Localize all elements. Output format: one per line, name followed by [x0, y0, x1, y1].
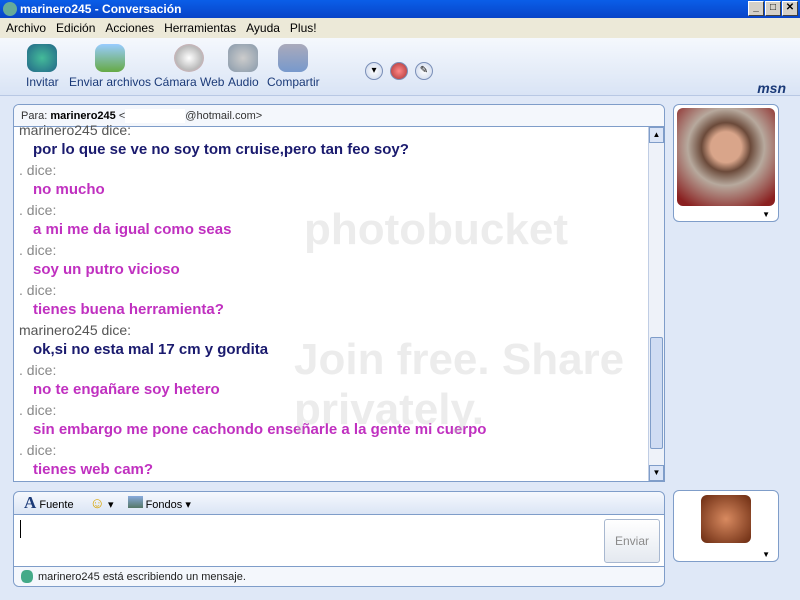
message-text: sin embargo me pone cachondo enseñarle a… [33, 421, 487, 438]
scroll-thumb[interactable] [650, 337, 663, 449]
menu-archivo[interactable]: Archivo [6, 18, 46, 38]
menu-plus[interactable]: Plus! [290, 18, 317, 38]
audio-button[interactable]: Audio [228, 44, 259, 89]
msn-logo: msn [757, 80, 786, 96]
scroll-up-button[interactable]: ▲ [649, 127, 664, 143]
maximize-button[interactable]: □ [765, 1, 781, 16]
my-avatar [701, 495, 751, 543]
message-text: tienes web cam? [33, 461, 154, 478]
title-bar: marinero245 - Conversación _ □ ✕ [0, 0, 800, 18]
message-input[interactable] [18, 518, 598, 562]
menu-edicion[interactable]: Edición [56, 18, 95, 38]
menu-bar: Archivo Edición Acciones Herramientas Ay… [0, 18, 800, 38]
message-sender: . dice: [19, 402, 57, 418]
send-files-button[interactable]: Enviar archivos [69, 44, 151, 89]
more-options-button[interactable]: ▾ [365, 62, 383, 80]
menu-ayuda[interactable]: Ayuda [246, 18, 280, 38]
typing-icon [21, 570, 33, 583]
message-sender: . dice: [19, 282, 57, 298]
my-display-picture-panel: ▼ [673, 490, 779, 562]
status-bar: marinero245 está escribiendo un mensaje. [14, 566, 664, 586]
message-sender: marinero245 dice: [19, 322, 132, 338]
share-button[interactable]: Compartir [267, 44, 320, 89]
message-text: no te engañare soy hetero [33, 381, 220, 398]
message-history: marinero245 dice: por lo que se ve no soy… [14, 120, 648, 481]
message-sender: . dice: [19, 362, 57, 378]
message-text: ok,si no esta mal 17 cm y gordita [33, 341, 269, 358]
message-sender: . dice: [19, 162, 57, 178]
window-title: marinero245 - Conversación [20, 2, 182, 16]
smiley-icon: ☺ [89, 494, 105, 512]
send-button[interactable]: Enviar [604, 519, 660, 563]
menu-acciones[interactable]: Acciones [105, 18, 154, 38]
message-text: por lo que se ve no soy tom cruise,pero … [33, 141, 409, 158]
message-sender: marinero245 dice: [19, 122, 132, 138]
conversation-panel: Para: marinero245 < @hotmail.com> mariner… [13, 104, 665, 482]
menu-herramientas[interactable]: Herramientas [164, 18, 236, 38]
minimize-button[interactable]: _ [748, 1, 764, 16]
webcam-icon [174, 44, 205, 72]
message-text: soy un putro vicioso [33, 261, 180, 278]
font-button[interactable]: A Fuente [24, 493, 74, 513]
compose-panel: A Fuente ☺ ▾ Fondos ▾ Enviar marinero245… [13, 491, 665, 587]
message-text: tienes buena herramienta? [33, 301, 224, 318]
webcam-button[interactable]: Cámara Web [154, 44, 224, 89]
backgrounds-button[interactable]: Fondos ▾ [127, 495, 191, 511]
message-sender: . dice: [19, 442, 57, 458]
font-icon: A [24, 493, 37, 512]
share-icon [278, 44, 309, 72]
close-button[interactable]: ✕ [782, 1, 798, 16]
my-avatar-options-arrow[interactable]: ▼ [762, 550, 770, 559]
send-files-icon [95, 44, 126, 72]
message-sender: . dice: [19, 242, 57, 258]
emoticon-button[interactable]: ☺ ▾ [90, 495, 114, 512]
block-button[interactable] [390, 62, 408, 80]
draw-button[interactable]: ✎ [415, 62, 433, 80]
invite-icon [27, 44, 58, 72]
scroll-down-button[interactable]: ▼ [649, 465, 664, 481]
avatar-options-arrow[interactable]: ▼ [762, 210, 770, 219]
background-icon [127, 495, 143, 508]
message-text: no mucho [33, 181, 105, 198]
history-scrollbar[interactable]: ▲ ▼ [648, 127, 664, 481]
contact-display-picture-panel: ▼ [673, 104, 779, 222]
message-sender: . dice: [19, 202, 57, 218]
invite-button[interactable]: Invitar [26, 44, 59, 89]
message-text: a mi me da igual como seas [33, 221, 232, 238]
contact-avatar [677, 108, 775, 206]
microphone-icon [228, 44, 259, 72]
messenger-icon [3, 2, 17, 16]
format-bar: A Fuente ☺ ▾ Fondos ▾ [14, 492, 664, 515]
